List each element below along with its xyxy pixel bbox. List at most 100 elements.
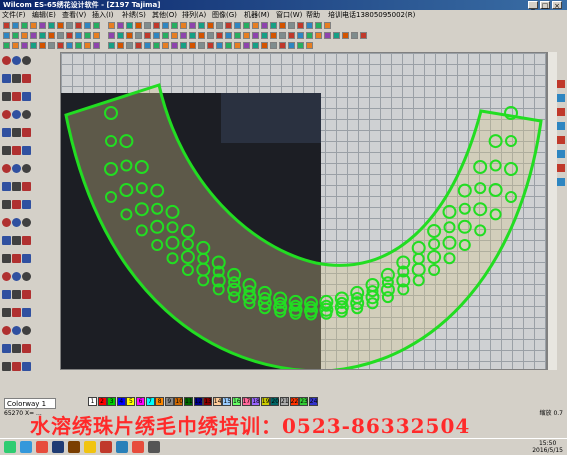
toolbar-icon[interactable] xyxy=(306,22,313,29)
toolbar-icon[interactable] xyxy=(144,32,151,39)
thread-swatch[interactable]: 6 xyxy=(136,397,145,406)
toolbar-icon[interactable] xyxy=(234,32,241,39)
thread-swatch[interactable]: 4 xyxy=(116,397,126,406)
toolbar-icon[interactable] xyxy=(75,22,82,29)
toolbox-icon[interactable] xyxy=(12,362,21,371)
toolbox-icon[interactable] xyxy=(2,326,11,335)
menu-help[interactable]: 帮助 xyxy=(306,10,320,21)
toolbar-icon[interactable] xyxy=(315,32,322,39)
toolbox-icon[interactable] xyxy=(22,326,31,335)
toolbox-icon[interactable] xyxy=(22,236,31,245)
toolbar-icon[interactable] xyxy=(162,22,169,29)
right-tool-icon[interactable] xyxy=(557,80,565,88)
toolbar-icon[interactable] xyxy=(39,42,46,49)
toolbox-icon[interactable] xyxy=(2,92,11,101)
toolbar-icon[interactable] xyxy=(198,22,205,29)
toolbar-icon[interactable] xyxy=(84,42,91,49)
toolbar-icon[interactable] xyxy=(324,32,331,39)
toolbox-icon[interactable] xyxy=(22,164,31,173)
toolbar-icon[interactable] xyxy=(243,42,250,49)
toolbox-icon[interactable] xyxy=(22,344,31,353)
toolbox-icon[interactable] xyxy=(22,362,31,371)
toolbox-icon[interactable] xyxy=(2,56,11,65)
thread-swatch[interactable]: 9 xyxy=(164,397,174,406)
toolbar-icon[interactable] xyxy=(189,22,196,29)
thread-swatch[interactable]: 20 xyxy=(270,397,280,406)
toolbar-icon[interactable] xyxy=(189,42,196,49)
toolbox-icon[interactable] xyxy=(2,128,11,137)
toolbar-icon[interactable] xyxy=(30,22,37,29)
toolbar-icon[interactable] xyxy=(360,32,367,39)
toolbar-icon[interactable] xyxy=(39,32,46,39)
toolbar-icon[interactable] xyxy=(315,22,322,29)
toolbar-icon[interactable] xyxy=(270,22,277,29)
toolbar-icon[interactable] xyxy=(279,42,286,49)
maximize-button[interactable]: □ xyxy=(540,1,550,10)
toolbox-icon[interactable] xyxy=(22,110,31,119)
toolbar-icon[interactable] xyxy=(198,42,205,49)
toolbar-icon[interactable] xyxy=(297,32,304,39)
toolbar-icon[interactable] xyxy=(207,32,214,39)
toolbar-icon[interactable] xyxy=(30,42,37,49)
toolbar-icon[interactable] xyxy=(306,32,313,39)
toolbar-icon[interactable] xyxy=(225,42,232,49)
toolbar-icon[interactable] xyxy=(93,42,100,49)
toolbar-icon[interactable] xyxy=(234,42,241,49)
toolbar-icon[interactable] xyxy=(93,22,100,29)
minimize-button[interactable]: _ xyxy=(528,1,538,10)
toolbar-icon[interactable] xyxy=(351,32,358,39)
thread-swatch[interactable]: 10 xyxy=(174,397,184,406)
toolbar-icon[interactable] xyxy=(12,22,19,29)
toolbar-icon[interactable] xyxy=(39,22,46,29)
toolbox-icon[interactable] xyxy=(12,272,21,281)
pdf-icon[interactable] xyxy=(100,441,112,453)
design-canvas[interactable] xyxy=(60,52,547,370)
thread-swatch[interactable]: 14 xyxy=(212,397,222,406)
toolbox-icon[interactable] xyxy=(22,74,31,83)
toolbar-icon[interactable] xyxy=(135,22,142,29)
toolbox-icon[interactable] xyxy=(22,218,31,227)
toolbar-icon[interactable] xyxy=(75,32,82,39)
toolbar-icon[interactable] xyxy=(153,42,160,49)
toolbar-icon[interactable] xyxy=(126,22,133,29)
toolbar-icon[interactable] xyxy=(333,32,340,39)
photoshop-icon[interactable] xyxy=(52,441,64,453)
toolbox-icon[interactable] xyxy=(12,182,21,191)
toolbox-icon[interactable] xyxy=(2,344,11,353)
toolbar-icon[interactable] xyxy=(108,32,115,39)
media-icon[interactable] xyxy=(36,441,48,453)
toolbar-icon[interactable] xyxy=(84,32,91,39)
toolbar-icon[interactable] xyxy=(21,42,28,49)
toolbar-icon[interactable] xyxy=(135,32,142,39)
menu-edit[interactable]: 编辑(E) xyxy=(32,10,56,21)
toolbox-icon[interactable] xyxy=(12,200,21,209)
toolbar-icon[interactable] xyxy=(48,42,55,49)
colorway-select[interactable]: Colorway 1 xyxy=(4,398,56,409)
toolbar-icon[interactable] xyxy=(297,22,304,29)
toolbar-icon[interactable] xyxy=(3,32,10,39)
toolbar-icon[interactable] xyxy=(288,32,295,39)
toolbar-icon[interactable] xyxy=(135,42,142,49)
document-icon[interactable] xyxy=(116,441,128,453)
toolbar-icon[interactable] xyxy=(126,32,133,39)
toolbar-icon[interactable] xyxy=(261,42,268,49)
toolbox-icon[interactable] xyxy=(12,128,21,137)
toolbox-icon[interactable] xyxy=(22,182,31,191)
toolbox-icon[interactable] xyxy=(2,146,11,155)
thread-swatch[interactable]: 23 xyxy=(299,397,309,406)
toolbar-icon[interactable] xyxy=(342,32,349,39)
toolbar-icon[interactable] xyxy=(252,32,259,39)
toolbar-icon[interactable] xyxy=(180,32,187,39)
thread-swatch[interactable]: 17 xyxy=(241,397,251,406)
toolbox-icon[interactable] xyxy=(2,110,11,119)
toolbar-icon[interactable] xyxy=(216,32,223,39)
toolbar-icon[interactable] xyxy=(57,32,64,39)
toolbar-icon[interactable] xyxy=(144,42,151,49)
toolbox-icon[interactable] xyxy=(12,146,21,155)
toolbar-icon[interactable] xyxy=(162,42,169,49)
menu-stitch[interactable]: 补绣(S) xyxy=(122,10,146,21)
toolbox-icon[interactable] xyxy=(2,218,11,227)
toolbar-icon[interactable] xyxy=(225,22,232,29)
toolbar-icon[interactable] xyxy=(21,22,28,29)
toolbox-icon[interactable] xyxy=(22,308,31,317)
